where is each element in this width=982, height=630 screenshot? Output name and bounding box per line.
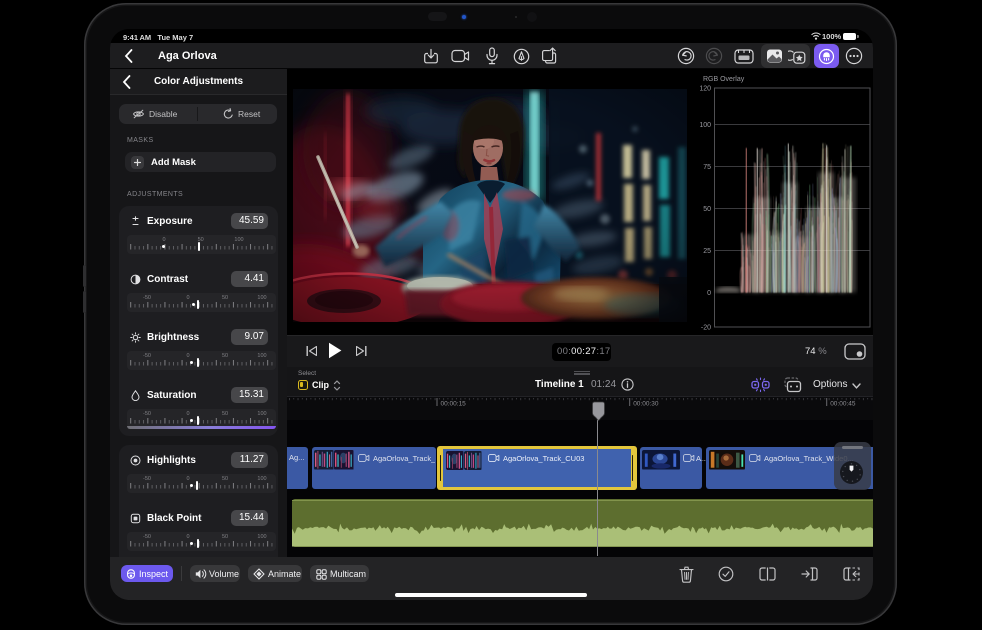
svg-text:25: 25 — [703, 248, 711, 255]
svg-text:0: 0 — [707, 290, 711, 297]
svg-text:00:00:15: 00:00:15 — [441, 401, 467, 408]
svg-text:00:00:45: 00:00:45 — [830, 401, 856, 408]
svg-text:100: 100 — [700, 122, 711, 129]
svg-text:75: 75 — [703, 164, 711, 171]
svg-text:50: 50 — [703, 206, 711, 213]
svg-text:120: 120 — [700, 86, 711, 93]
svg-text:-20: -20 — [701, 325, 711, 332]
svg-text:00:00:30: 00:00:30 — [633, 401, 659, 408]
